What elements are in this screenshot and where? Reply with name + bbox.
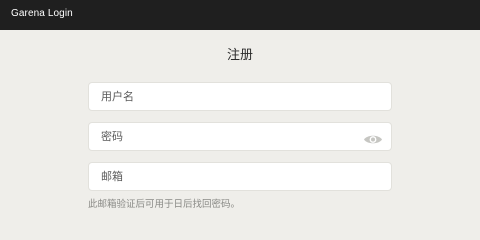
eye-icon[interactable]	[363, 131, 383, 144]
username-input[interactable]	[89, 83, 391, 110]
password-field-container	[88, 122, 392, 151]
username-field-container	[88, 82, 392, 111]
window-title-bar: Garena Login	[0, 0, 480, 30]
page-title: 注册	[226, 48, 253, 63]
email-input[interactable]	[89, 163, 391, 190]
email-hint-text: 此邮箱验证后可用于日后找回密码。	[88, 199, 241, 210]
window-title: Garena Login	[11, 8, 73, 19]
email-field-container	[88, 162, 392, 191]
password-input[interactable]	[89, 123, 391, 150]
